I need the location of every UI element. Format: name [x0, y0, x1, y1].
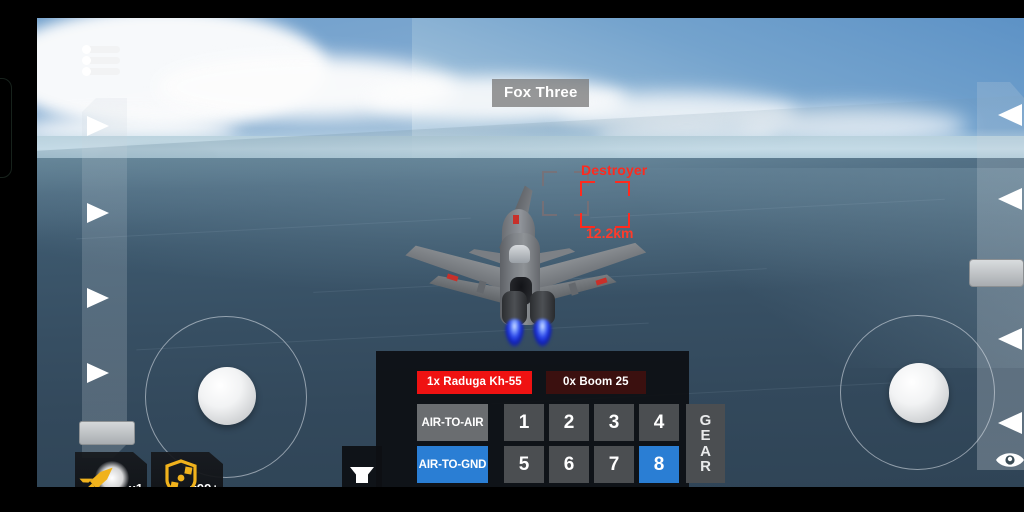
slider-marker-icon [87, 363, 109, 383]
weapons-panel: 1x Raduga Kh-55 0x Boom 25 AIR-TO-AIR AI… [376, 351, 725, 487]
gear-letter: A [700, 442, 711, 460]
event-banner: Fox Three [492, 79, 590, 107]
target-lock-box [580, 181, 630, 228]
eye-icon [996, 453, 1024, 467]
weapon-mode-group: AIR-TO-AIR AIR-TO-GND [417, 404, 488, 483]
item-slot-bar: x1 x99+ [75, 452, 223, 487]
slider-marker-icon [998, 104, 1022, 126]
weapon-slot-2[interactable]: 2 [549, 404, 589, 441]
bracket-corner [542, 171, 557, 186]
countermeasure-shield-icon [165, 458, 197, 487]
weapon-slot-5[interactable]: 5 [504, 446, 544, 483]
menu-dot [82, 45, 91, 54]
menu-dot [82, 67, 91, 76]
weapon-slot-1[interactable]: 1 [504, 404, 544, 441]
weapon-slot-grid: 1 2 3 4 5 6 7 8 [504, 404, 679, 483]
target-name-label: Destroyer [581, 162, 648, 178]
slider-marker-icon [998, 412, 1022, 434]
gear-letter: R [700, 457, 711, 475]
slider-marker-icon [87, 288, 109, 308]
throttle-left-handle[interactable] [79, 421, 135, 445]
joystick-knob[interactable] [889, 363, 949, 423]
slider-marker-icon [87, 203, 109, 223]
aircraft-marking [513, 215, 519, 224]
target-range-label: 12.2km [586, 225, 634, 241]
gear-letter: E [700, 427, 711, 445]
throttle-left-slider[interactable] [82, 98, 127, 458]
throttle-right-handle[interactable] [969, 259, 1024, 287]
item-count: x1 [129, 481, 143, 487]
yaw-rudder-joystick[interactable] [840, 315, 995, 470]
aircraft-canopy [509, 245, 530, 263]
ammo-chip-secondary[interactable]: 0x Boom 25 [545, 371, 646, 394]
target-lock-marker: Destroyer 12.2km [542, 161, 647, 241]
hamburger-menu-icon[interactable] [82, 43, 122, 79]
slider-marker-icon [998, 188, 1022, 210]
arrow-stem [356, 467, 368, 483]
ammo-chip-primary[interactable]: 1x Raduga Kh-55 [417, 371, 532, 394]
slider-marker-icon [998, 328, 1022, 350]
weapon-slot-3[interactable]: 3 [594, 404, 634, 441]
bracket-corner [542, 201, 557, 216]
game-screen: Fox Three Destroyer 12.2km 1x Raduga Kh-… [0, 0, 1024, 512]
ammo-chip-row: 1x Raduga Kh-55 0x Boom 25 [417, 371, 646, 394]
arrow-down-icon [350, 466, 374, 483]
weapon-slot-4[interactable]: 4 [639, 404, 679, 441]
mode-air-to-air[interactable]: AIR-TO-AIR [417, 404, 488, 441]
gear-button[interactable]: G E A R [686, 404, 725, 483]
bracket-corner [615, 181, 630, 196]
slider-marker-icon [87, 116, 109, 136]
gear-letter: G [699, 411, 712, 429]
weapon-slot-6[interactable]: 6 [549, 446, 589, 483]
game-viewport: Fox Three Destroyer 12.2km 1x Raduga Kh-… [37, 18, 1024, 487]
bracket-corner [580, 181, 595, 196]
device-notch-outline [0, 78, 12, 178]
weapon-slot-7[interactable]: 7 [594, 446, 634, 483]
camera-view-toggle[interactable] [994, 448, 1024, 472]
mode-air-to-ground[interactable]: AIR-TO-GND [417, 446, 488, 483]
joystick-knob[interactable] [198, 367, 256, 425]
weapon-slot-8[interactable]: 8 [639, 446, 679, 483]
missile-icon [79, 467, 113, 487]
menu-dot [82, 56, 91, 65]
item-slot-countermeasure[interactable]: x99+ [151, 452, 223, 487]
item-slot-missile[interactable]: x1 [75, 452, 147, 487]
